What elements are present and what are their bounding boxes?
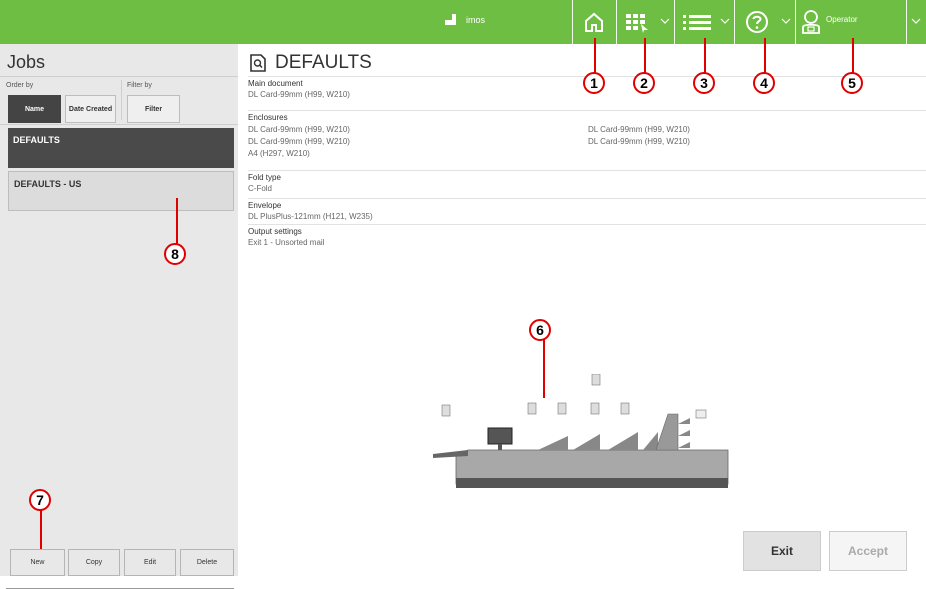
enclosures-list: DL Card-99mm (H99, W210) DL Card-99mm (H… xyxy=(248,125,926,158)
machine-illustration xyxy=(433,374,729,488)
enclosures-label: Enclosures xyxy=(248,113,288,122)
order-by-date-button[interactable]: Date Created xyxy=(65,95,116,123)
output-settings-section: Output settings Exit 1 - Unsorted mail xyxy=(248,224,926,254)
operator-button[interactable] xyxy=(798,0,824,44)
callout-marker: 7 xyxy=(29,489,51,511)
job-item-defaults[interactable]: DEFAULTS xyxy=(8,128,234,168)
enclosure-item: DL Card-99mm (H99, W210) xyxy=(248,125,350,134)
order-by-label: Order by xyxy=(6,82,34,89)
app-title-text: imos xyxy=(466,15,486,25)
divider xyxy=(734,0,735,44)
top-bar: imos Operator xyxy=(0,0,926,44)
callout-marker: 3 xyxy=(693,72,715,94)
menu-button[interactable] xyxy=(677,0,717,44)
help-icon xyxy=(746,11,768,33)
divider xyxy=(0,76,238,77)
job-grid-icon xyxy=(626,14,648,33)
imos-logo-icon xyxy=(445,14,456,25)
operator-label[interactable]: Operator xyxy=(826,15,858,24)
home-icon xyxy=(585,12,603,32)
divider xyxy=(121,80,122,120)
enclosure-item: A4 (H297, W210) xyxy=(248,149,310,158)
job-item-defaults-us[interactable]: DEFAULTS - US xyxy=(8,171,234,211)
fold-type-value: C-Fold xyxy=(248,184,273,193)
page-title: DEFAULTS xyxy=(250,52,372,74)
divider xyxy=(795,0,796,44)
envelope-section: Envelope DL PlusPlus-121mm (H121, W235) xyxy=(248,198,926,225)
callout-line xyxy=(176,198,178,246)
callout-line xyxy=(764,38,766,76)
chevron-down-icon[interactable] xyxy=(911,16,921,26)
divider xyxy=(674,0,675,44)
callout-line xyxy=(543,338,545,398)
envelope-label: Envelope xyxy=(248,201,282,210)
callout-marker: 4 xyxy=(753,72,775,94)
new-job-button[interactable]: New xyxy=(10,549,65,576)
document-search-icon xyxy=(250,54,266,72)
chevron-down-icon[interactable] xyxy=(720,16,730,26)
callout-marker: 2 xyxy=(633,72,655,94)
callout-line xyxy=(644,38,646,76)
delete-job-button[interactable]: Delete xyxy=(180,549,234,576)
job-details: DEFAULTS Main document DL Card-99mm (H99… xyxy=(238,44,926,576)
envelope-value: DL PlusPlus-121mm (H121, W235) xyxy=(248,212,373,221)
enclosure-item: DL Card-99mm (H99, W210) xyxy=(588,125,690,134)
callout-line xyxy=(852,38,854,76)
enclosure-item: DL Card-99mm (H99, W210) xyxy=(248,137,350,146)
fold-type-label: Fold type xyxy=(248,173,281,182)
chevron-down-icon[interactable] xyxy=(781,16,791,26)
order-by-name-button[interactable]: Name xyxy=(8,95,61,123)
callout-marker: 1 xyxy=(583,72,605,94)
job-item-label: DEFAULTS xyxy=(13,135,60,145)
enclosure-item: DL Card-99mm (H99, W210) xyxy=(588,137,690,146)
filter-button[interactable]: Filter xyxy=(127,95,180,123)
callout-line xyxy=(594,38,596,76)
edit-job-button[interactable]: Edit xyxy=(124,549,176,576)
accept-button[interactable]: Accept xyxy=(829,531,907,571)
divider xyxy=(0,124,238,125)
menu-list-icon xyxy=(683,15,711,30)
jobs-title: Jobs xyxy=(7,52,46,72)
chevron-down-icon[interactable] xyxy=(660,16,670,26)
filter-by-label: Filter by xyxy=(127,82,152,89)
help-button[interactable] xyxy=(736,0,778,44)
job-select-button[interactable] xyxy=(617,0,657,44)
output-settings-value: Exit 1 - Unsorted mail xyxy=(248,238,325,247)
divider xyxy=(906,0,907,44)
callout-marker: 8 xyxy=(164,243,186,265)
callout-marker: 6 xyxy=(529,319,551,341)
operator-icon xyxy=(802,10,820,34)
callout-line xyxy=(704,38,706,76)
app-title: imos xyxy=(444,14,485,26)
job-item-label: DEFAULTS - US xyxy=(14,179,82,189)
copy-job-button[interactable]: Copy xyxy=(68,549,120,576)
exit-button[interactable]: Exit xyxy=(743,531,821,571)
callout-line xyxy=(40,505,42,549)
fold-type-section: Fold type C-Fold xyxy=(248,170,926,198)
callout-marker: 5 xyxy=(841,72,863,94)
page-title-text: DEFAULTS xyxy=(275,52,372,73)
enclosures-section: Enclosures DL Card-99mm (H99, W210) DL C… xyxy=(248,110,926,170)
output-settings-label: Output settings xyxy=(248,227,302,236)
